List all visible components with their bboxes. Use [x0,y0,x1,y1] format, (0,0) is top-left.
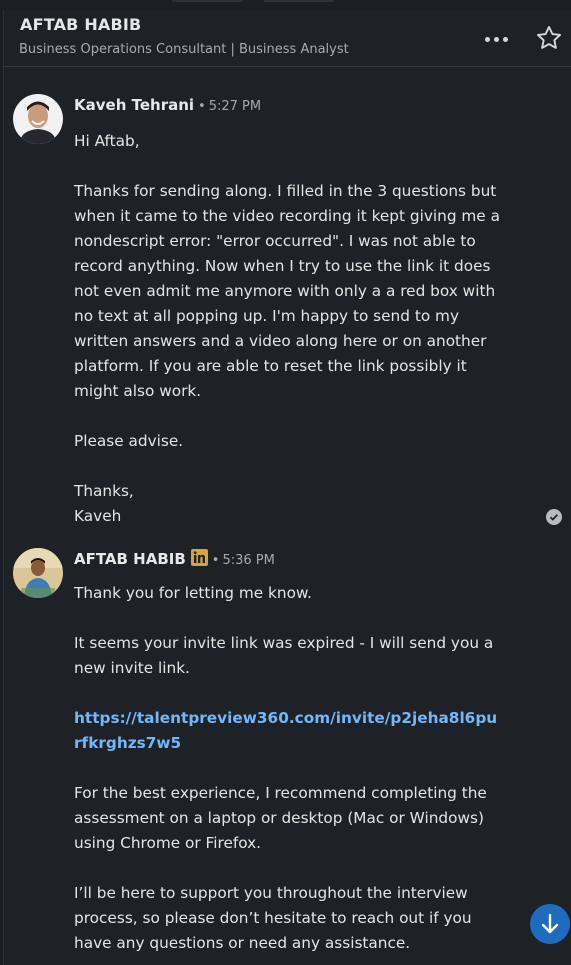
invite-link[interactable]: https://talentpreview360.com/invite/p2je… [74,706,504,756]
separator-dot: • [211,553,220,568]
linkedin-premium-icon [190,549,208,566]
more-options-icon[interactable] [485,32,513,46]
scroll-to-bottom-button[interactable] [530,904,570,944]
separator-dot: • [198,99,206,114]
tab-indicator [172,0,242,2]
message-text: Thanks, [74,482,134,500]
conversation-header: AFTAB HABIB Business Operations Consulta… [4,10,571,67]
contact-name[interactable]: AFTAB HABIB [20,15,141,34]
sender-name[interactable]: Kaveh Tehrani [74,96,194,114]
message-time: 5:27 PM [208,99,262,114]
message-time: 5:36 PM [222,553,275,568]
top-tab-strip [0,0,571,10]
sender-line: Kaveh Tehrani • 5:27 PM [74,96,261,114]
read-receipt-icon [546,509,562,525]
avatar[interactable] [13,548,63,598]
message-text: Thanks for sending along. I filled in th… [74,182,500,400]
tab-indicator [264,0,334,2]
contact-headline: Business Operations Consultant | Busines… [19,42,349,57]
avatar[interactable] [13,94,63,144]
message-text: Thank you for letting me know. [74,584,312,602]
conversation-panel: AFTAB HABIB Business Operations Consulta… [3,10,571,965]
message-text: Hi Aftab, [74,132,140,150]
message-text: Kaveh [74,507,122,525]
sender-name[interactable]: AFTAB HABIB [74,550,186,568]
message-text: I’ll be here to support you throughout t… [74,884,472,952]
message-body: Thank you for letting me know. It seems … [74,581,504,956]
message-text: It seems your invite link was expired - … [74,634,494,677]
star-icon[interactable] [535,24,563,52]
message-body: Hi Aftab, Thanks for sending along. I fi… [74,129,504,529]
message-text: Please advise. [74,432,184,450]
arrow-down-icon [541,913,559,934]
sender-line: AFTAB HABIB • 5:36 PM [74,549,275,568]
message-text: For the best experience, I recommend com… [74,784,487,852]
